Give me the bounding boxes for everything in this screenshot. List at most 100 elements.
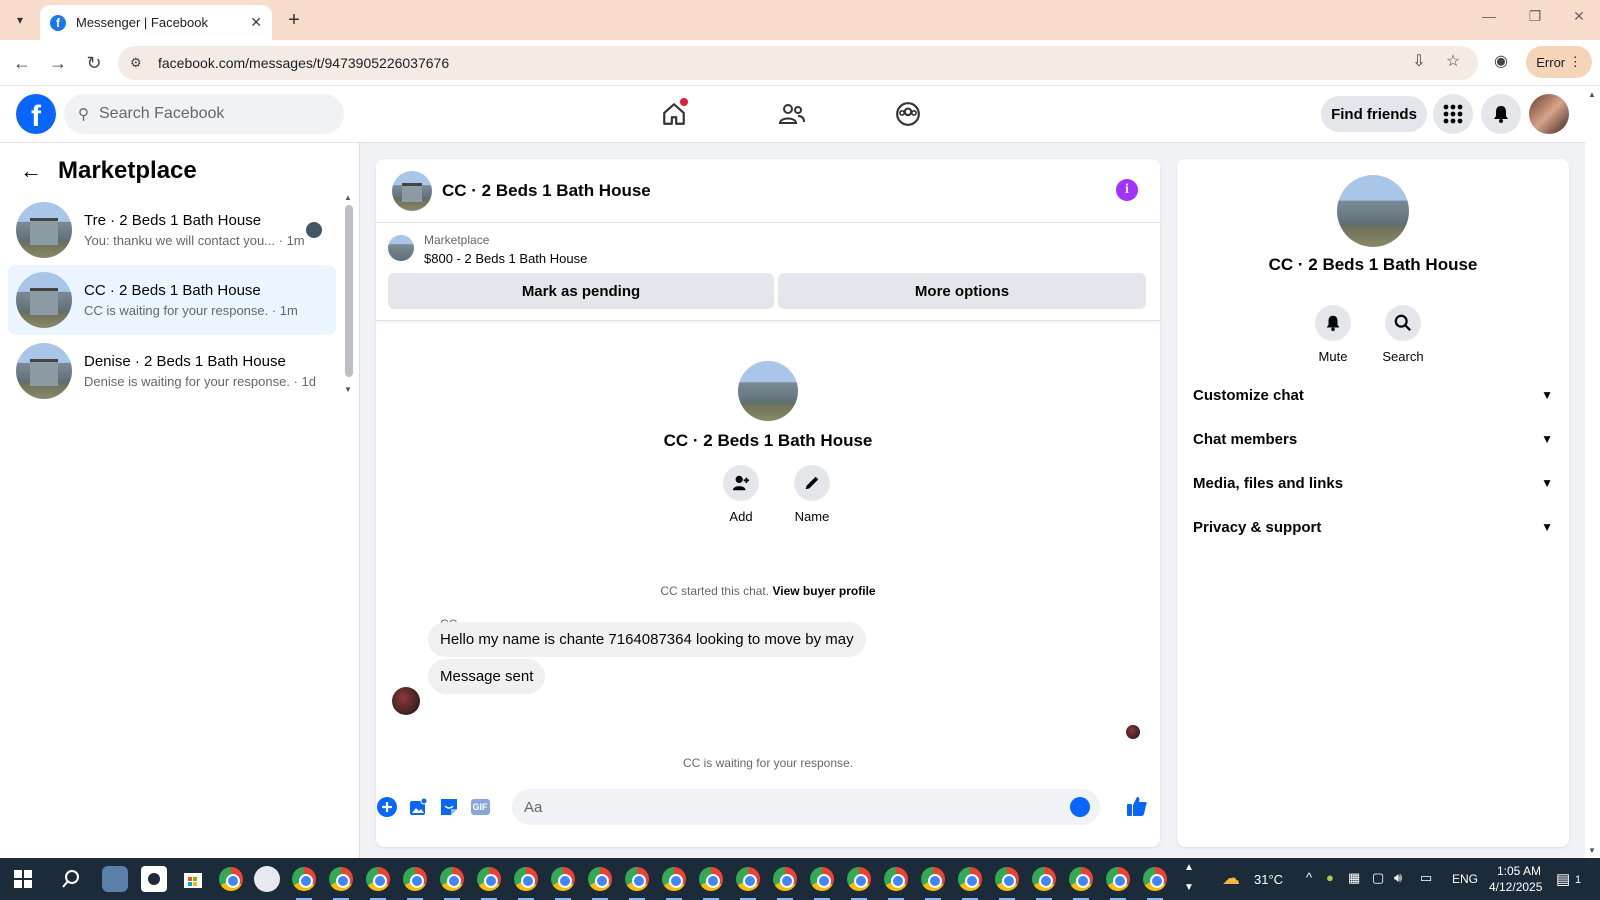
chrome-window-icon[interactable] — [403, 867, 427, 900]
mark-as-pending-button[interactable]: Mark as pending — [388, 273, 774, 309]
privacy-support-row[interactable]: Privacy & support ▼ — [1193, 509, 1553, 545]
gif-icon[interactable]: GIF — [469, 796, 491, 818]
url-field[interactable]: ⚙ facebook.com/messages/t/94739052260376… — [118, 46, 1478, 80]
taskbar-search-icon[interactable] — [58, 866, 84, 892]
notifications-bell-icon[interactable] — [1481, 94, 1521, 134]
windows-start-icon[interactable] — [10, 866, 36, 892]
close-tab-icon[interactable]: ✕ — [250, 14, 262, 31]
new-tab-icon[interactable]: + — [282, 8, 306, 32]
bookmark-star-icon[interactable]: ☆ — [1440, 48, 1466, 74]
chrome-window-icon[interactable] — [1032, 867, 1056, 900]
chrome-window-icon[interactable] — [477, 867, 501, 900]
taskbar-app-icon[interactable] — [254, 866, 280, 892]
back-arrow-icon[interactable]: ← — [20, 158, 42, 184]
chrome-window-icon[interactable] — [366, 867, 390, 900]
chrome-window-icon[interactable] — [736, 867, 760, 900]
site-settings-icon[interactable]: ⚙ — [130, 55, 148, 71]
chrome-window-icon[interactable] — [1143, 867, 1167, 900]
account-avatar[interactable] — [1529, 94, 1569, 134]
tray-app-icon[interactable]: ● — [1326, 870, 1334, 885]
sticker-icon[interactable] — [438, 796, 460, 818]
add-people-button[interactable]: Add — [706, 465, 776, 524]
tray-device-icon[interactable]: ▢ — [1372, 870, 1384, 886]
chrome-window-icon[interactable] — [662, 867, 686, 900]
microsoft-store-icon[interactable] — [180, 866, 206, 892]
chat-members-row[interactable]: Chat members ▼ — [1193, 421, 1553, 457]
chrome-window-icon[interactable] — [1106, 867, 1130, 900]
find-friends-button[interactable]: Find friends — [1321, 96, 1427, 132]
facebook-logo-icon[interactable]: f — [16, 94, 56, 134]
customize-chat-row[interactable]: Customize chat ▼ — [1193, 377, 1553, 413]
search-in-chat-button[interactable]: Search — [1373, 305, 1433, 364]
message-input[interactable]: Aa — [512, 789, 1100, 825]
install-app-icon[interactable]: ⇩ — [1406, 48, 1432, 74]
chrome-window-icon[interactable] — [551, 867, 575, 900]
info-icon[interactable]: i — [1116, 179, 1138, 201]
groups-icon[interactable] — [888, 96, 928, 132]
taskbar-overflow-down-icon[interactable]: ▼ — [1184, 882, 1194, 893]
friends-icon[interactable] — [772, 96, 812, 132]
chrome-window-icon[interactable] — [329, 867, 353, 900]
details-avatar[interactable] — [1337, 175, 1409, 247]
home-icon[interactable] — [654, 96, 694, 132]
chrome-window-icon[interactable] — [292, 867, 316, 900]
chrome-window-icon[interactable] — [440, 867, 464, 900]
chrome-window-icon[interactable] — [921, 867, 945, 900]
more-options-button[interactable]: More options — [778, 273, 1146, 309]
browser-tab[interactable]: f Messenger | Facebook ✕ — [40, 5, 272, 40]
taskbar-app-icon[interactable] — [102, 866, 128, 892]
page-scroll-up-icon[interactable]: ▲ — [1588, 90, 1596, 99]
conversation-item-tre[interactable]: Tre · 2 Beds 1 Bath House You: thanku we… — [8, 195, 336, 265]
forward-icon[interactable]: → — [46, 51, 70, 75]
conversation-item-denise[interactable]: Denise · 2 Beds 1 Bath House Denise is w… — [8, 336, 336, 406]
chat-title[interactable]: CC · 2 Beds 1 Bath House — [442, 181, 651, 201]
chrome-window-icon[interactable] — [625, 867, 649, 900]
reload-icon[interactable]: ↻ — [82, 51, 106, 75]
taskbar-app-icon[interactable] — [141, 866, 167, 892]
menu-grid-icon[interactable] — [1433, 94, 1473, 134]
chrome-window-icon[interactable] — [810, 867, 834, 900]
profile-icon[interactable]: ◉ — [1488, 48, 1514, 74]
language-indicator[interactable]: ENG — [1452, 872, 1478, 886]
tab-search-icon[interactable]: ▾ — [8, 8, 32, 32]
close-window-icon[interactable]: ✕ — [1564, 8, 1594, 25]
clock-time[interactable]: 1:05 AM — [1497, 864, 1541, 878]
chrome-window-icon[interactable] — [995, 867, 1019, 900]
listing-thumbnail[interactable] — [388, 235, 414, 261]
view-buyer-profile-link[interactable]: View buyer profile — [772, 584, 875, 598]
tray-app-icon[interactable]: ▦ — [1348, 870, 1360, 886]
clock-date[interactable]: 4/12/2025 — [1489, 880, 1542, 894]
like-thumb-icon[interactable] — [1126, 795, 1148, 823]
emoji-icon[interactable] — [1070, 797, 1090, 817]
network-icon[interactable]: ▭ — [1420, 870, 1432, 886]
page-scrollbar[interactable]: ▲ ▼ — [1585, 86, 1600, 858]
name-chat-button[interactable]: Name — [777, 465, 847, 524]
chrome-window-icon[interactable] — [699, 867, 723, 900]
sender-avatar[interactable] — [392, 687, 420, 715]
media-files-links-row[interactable]: Media, files and links ▼ — [1193, 465, 1553, 501]
message-bubble[interactable]: Hello my name is chante 7164087364 looki… — [428, 622, 866, 657]
weather-temperature[interactable]: 31°C — [1254, 872, 1283, 887]
conversation-scrollbar[interactable] — [345, 205, 353, 377]
minimize-icon[interactable]: — — [1474, 8, 1504, 24]
notification-center-icon[interactable]: ▤ — [1556, 870, 1570, 888]
chrome-window-icon[interactable] — [1069, 867, 1093, 900]
chrome-window-icon[interactable] — [588, 867, 612, 900]
photo-icon[interactable] — [407, 796, 429, 818]
volume-icon[interactable]: 🔊︎ — [1394, 870, 1402, 886]
chrome-window-icon[interactable] — [773, 867, 797, 900]
plus-circle-icon[interactable] — [376, 796, 398, 818]
chrome-window-icon[interactable] — [514, 867, 538, 900]
conversation-item-cc[interactable]: CC · 2 Beds 1 Bath House CC is waiting f… — [8, 265, 336, 335]
scroll-down-icon[interactable]: ▼ — [344, 385, 352, 394]
back-icon[interactable]: ← — [10, 51, 34, 75]
scroll-up-icon[interactable]: ▲ — [344, 193, 352, 202]
chrome-window-icon[interactable] — [884, 867, 908, 900]
chat-thumbnail[interactable] — [392, 170, 432, 211]
chrome-icon[interactable] — [219, 867, 243, 891]
taskbar-overflow-up-icon[interactable]: ▲ — [1184, 862, 1194, 873]
listing-title[interactable]: $800 - 2 Beds 1 Bath House — [424, 251, 587, 266]
chrome-window-icon[interactable] — [958, 867, 982, 900]
message-bubble[interactable]: Message sent — [428, 659, 546, 694]
weather-icon[interactable]: ☁ — [1222, 868, 1240, 889]
